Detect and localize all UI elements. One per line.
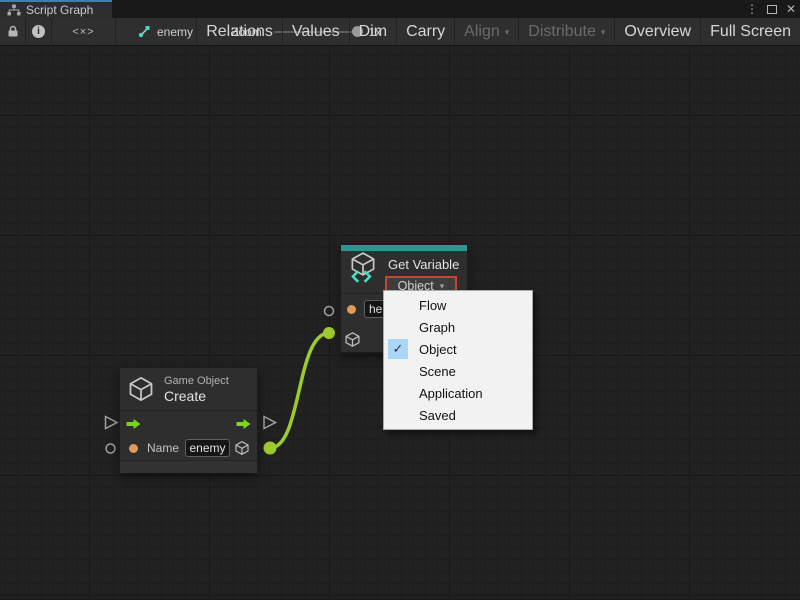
fullscreen-label: Full Screen: [710, 23, 791, 41]
dim-label: Dim: [359, 23, 387, 41]
info-icon: i: [32, 25, 45, 38]
dim-button[interactable]: Dim: [349, 18, 396, 46]
connection-wire[interactable]: [270, 333, 329, 448]
create-node-footer: [120, 461, 257, 473]
name-label: Name: [147, 441, 179, 455]
flow-out-arrow-icon: [235, 418, 252, 430]
overview-label: Overview: [624, 23, 691, 41]
node-title: Get Variable: [385, 257, 459, 273]
tab-script-graph[interactable]: Script Graph: [0, 0, 112, 18]
menu-item-application[interactable]: Application: [384, 382, 532, 404]
create-node-titles: Game Object Create: [164, 375, 229, 404]
menu-item-saved[interactable]: Saved: [384, 404, 532, 426]
caret-down-icon: ▾: [601, 27, 606, 38]
menu-item-label: Flow: [419, 298, 446, 313]
graph-name: enemy: [157, 25, 193, 39]
caret-down-icon: ▾: [505, 27, 510, 38]
lock-button[interactable]: [0, 18, 26, 46]
tab-title: Script Graph: [26, 3, 93, 17]
create-flow-output-port[interactable]: [264, 417, 276, 429]
values-label: Values: [292, 23, 340, 41]
variable-kind-menu: Flow Graph ✓ Object Scene Application Sa…: [383, 290, 533, 430]
variable-cube-icon: [347, 251, 379, 285]
menu-item-label: Graph: [419, 320, 455, 335]
object-port-cube-icon: [234, 440, 250, 456]
object-port-cube-icon: [344, 331, 361, 348]
inspect-button[interactable]: i: [26, 18, 52, 46]
node-category: Game Object: [164, 375, 229, 388]
create-name-row: Name enemy: [120, 436, 257, 460]
code-icon: <×>: [72, 26, 94, 38]
maximize-icon[interactable]: [767, 5, 777, 14]
menu-item-label: Scene: [419, 364, 456, 379]
toolbar-buttons: Relations Values Dim Carry Align ▾ Distr…: [196, 18, 800, 46]
create-node-header: Game Object Create: [120, 368, 257, 410]
relations-button[interactable]: Relations: [196, 18, 282, 46]
create-name-input-port[interactable]: [106, 444, 115, 453]
menu-item-label: Object: [419, 342, 457, 357]
values-button[interactable]: Values: [282, 18, 349, 46]
variables-button[interactable]: <×>: [52, 18, 116, 46]
getvar-node-header: Get Variable Object ▾: [341, 251, 467, 293]
menu-item-label: Application: [419, 386, 483, 401]
close-icon[interactable]: ✕: [786, 3, 796, 15]
menu-item-object[interactable]: ✓ Object: [384, 338, 532, 360]
window-menu-icon[interactable]: ⋮: [746, 3, 758, 15]
align-label: Align: [464, 23, 500, 41]
checkmark-icon: ✓: [388, 339, 408, 359]
distribute-button[interactable]: Distribute ▾: [518, 18, 614, 46]
window-controls: ⋮ ✕: [746, 0, 796, 18]
create-flow-input-port[interactable]: [106, 417, 118, 429]
overview-button[interactable]: Overview: [614, 18, 700, 46]
graph-canvas[interactable]: Game Object Create Name enemy: [0, 46, 800, 599]
flow-in-arrow-icon: [125, 418, 142, 430]
create-node[interactable]: Game Object Create Name enemy: [119, 367, 258, 473]
tab-bar: Script Graph ⋮ ✕: [0, 0, 800, 18]
distribute-label: Distribute: [528, 23, 596, 41]
getvar-name-input-port[interactable]: [325, 307, 334, 316]
name-input[interactable]: enemy: [185, 439, 230, 457]
carry-button[interactable]: Carry: [396, 18, 454, 46]
menu-item-graph[interactable]: Graph: [384, 316, 532, 338]
graph-hierarchy-icon: [7, 4, 21, 16]
game-object-cube-icon: [127, 375, 155, 403]
script-graph-window: Script Graph ⋮ ✕ i <×> enemy: [0, 0, 800, 600]
menu-item-label: Saved: [419, 408, 456, 423]
menu-item-scene[interactable]: Scene: [384, 360, 532, 382]
create-object-output-port[interactable]: [264, 442, 277, 455]
align-button[interactable]: Align ▾: [454, 18, 518, 46]
create-flow-row: [120, 411, 257, 436]
string-port-dot-icon: [347, 305, 356, 314]
lock-icon: [7, 25, 19, 38]
graph-breadcrumb[interactable]: enemy: [138, 25, 193, 39]
menu-item-flow[interactable]: Flow: [384, 294, 532, 316]
carry-label: Carry: [406, 23, 445, 41]
string-port-dot-icon: [129, 444, 138, 453]
node-title: Create: [164, 388, 229, 404]
relations-label: Relations: [206, 23, 273, 41]
getvar-object-input-port[interactable]: [323, 327, 335, 339]
script-graph-asset-icon: [138, 25, 151, 38]
fullscreen-button[interactable]: Full Screen: [700, 18, 800, 46]
